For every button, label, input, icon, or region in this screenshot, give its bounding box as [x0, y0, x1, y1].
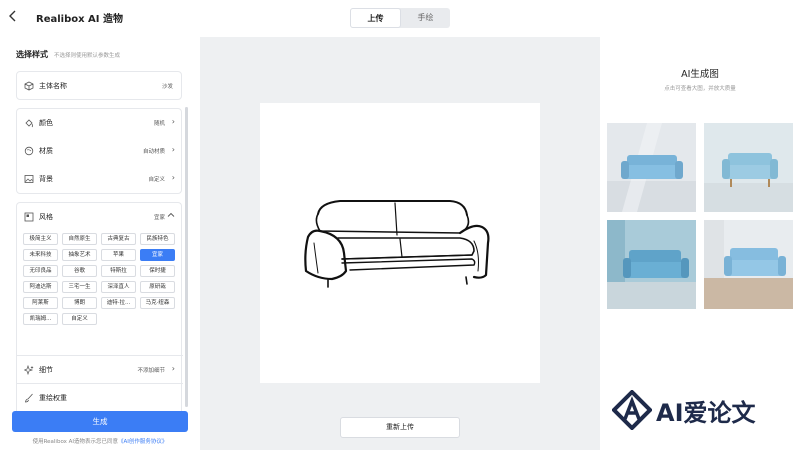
subject-row[interactable]: 主体名称 沙发	[17, 72, 183, 100]
paint-bucket-icon	[24, 118, 34, 128]
style-tag[interactable]: 极简主义	[23, 233, 58, 245]
style-grid-icon	[24, 212, 34, 222]
watermark: AI爱论文	[612, 388, 756, 432]
results-title: AI生成图	[681, 69, 719, 80]
logo-icon	[612, 390, 652, 430]
color-label: 颜色	[39, 119, 53, 127]
material-row[interactable]: 材质 自动材质 ›	[17, 137, 183, 165]
sofa-sketch-image	[304, 200, 490, 288]
style-tag[interactable]: 民族特色	[140, 233, 175, 245]
background-value: 自定义	[148, 177, 165, 183]
results-hint: 点击可查看大图，并放大质量	[664, 86, 736, 92]
style-tag[interactable]: 博朗	[62, 297, 97, 309]
chevron-left-icon[interactable]	[8, 9, 22, 25]
tab-upload[interactable]: 上传	[350, 8, 401, 28]
style-tag[interactable]: 三宅一生	[62, 281, 97, 293]
terms-prefix: 使用Realibox AI造物表示您已同意	[32, 439, 119, 445]
style-label: 风格	[39, 213, 53, 221]
style-tag[interactable]: 阿莱斯	[23, 297, 58, 309]
weight-label: 重绘权重	[39, 394, 67, 402]
style-tag[interactable]: 无印良品	[23, 265, 58, 277]
material-label: 材质	[39, 147, 53, 155]
style-tag[interactable]: 凯瑞姆...	[23, 313, 58, 325]
chevron-right-icon: ›	[171, 145, 175, 154]
brush-icon	[24, 393, 34, 403]
tab-draw[interactable]: 手绘	[401, 8, 450, 28]
subject-value: 沙发	[161, 84, 173, 90]
chevron-right-icon: ›	[171, 117, 175, 126]
color-row[interactable]: 颜色 随机 ›	[17, 109, 183, 137]
style-tag[interactable]: 谷歌	[62, 265, 97, 277]
style-panel: 风格 宜家 极简主义 自然原生 古典复古 民族特色 未来科技 抽象艺术 苹果 宜家 无印良品 谷歌…	[16, 202, 183, 432]
chevron-up-icon	[167, 211, 175, 222]
style-tag[interactable]: 自然原生	[62, 233, 97, 245]
result-image-4[interactable]	[704, 220, 793, 309]
detail-row[interactable]: 细节 不添加细节 ›	[17, 355, 183, 383]
style-tag[interactable]: 抽象艺术	[62, 249, 97, 261]
app-title: Realibox AI 造物	[36, 14, 123, 25]
detail-label: 细节	[39, 366, 53, 374]
upload-area: 重新上传	[200, 37, 600, 450]
style-tag[interactable]: 深泽直人	[101, 281, 136, 293]
image-icon	[24, 174, 34, 184]
scrollbar-thumb[interactable]	[185, 107, 188, 407]
style-tag[interactable]: 自定义	[62, 313, 97, 325]
result-image-1[interactable]	[607, 123, 696, 212]
subject-panel: 主体名称 沙发	[16, 71, 182, 100]
background-label: 背景	[39, 175, 53, 183]
detail-value: 不添加细节	[137, 368, 165, 374]
material-circle-icon	[24, 146, 34, 156]
result-image-2[interactable]	[704, 123, 793, 212]
color-value: 随机	[153, 121, 165, 127]
chevron-right-icon: ›	[171, 364, 175, 373]
chevron-right-icon: ›	[171, 173, 175, 182]
attributes-panel: 颜色 随机 › 材质 自动材质 › 背景 自定义 ›	[16, 108, 182, 194]
watermark-text: AI爱论文	[656, 398, 756, 427]
uploaded-sketch	[260, 103, 540, 383]
style-tag[interactable]: 阿迪达斯	[23, 281, 58, 293]
style-tag[interactable]: 特斯拉	[101, 265, 136, 277]
subject-label: 主体名称	[39, 82, 67, 90]
style-tag[interactable]: 宜家	[140, 249, 175, 261]
cube-icon	[24, 81, 34, 91]
material-value: 自动材质	[142, 149, 165, 155]
style-tag[interactable]: 古典复古	[101, 233, 136, 245]
reupload-button[interactable]: 重新上传	[340, 417, 460, 438]
section-hint: 不选择则使用默认参数生成	[54, 53, 121, 59]
style-tag[interactable]: 苹果	[101, 249, 136, 261]
top-bar: Realibox AI 造物 上传 手绘	[0, 0, 800, 37]
style-tag[interactable]: 迪特·拉...	[101, 297, 136, 309]
style-tag[interactable]: 马克·纽森	[140, 297, 175, 309]
result-image-3[interactable]	[607, 220, 696, 309]
terms-text: 使用Realibox AI造物表示您已同意《AI创作服务协议》	[0, 437, 200, 445]
style-tag[interactable]: 原研哉	[140, 281, 175, 293]
style-sidebar: 选择样式 不选择则使用默认参数生成 主体名称 沙发 颜色 随机 › 材质 自动材…	[0, 37, 200, 450]
weight-row[interactable]: 重绘权重	[17, 383, 183, 411]
style-tag[interactable]: 保时捷	[140, 265, 175, 277]
background-row[interactable]: 背景 自定义 ›	[17, 165, 183, 193]
sparkle-icon	[23, 364, 34, 376]
section-title: 选择样式	[16, 50, 48, 59]
terms-link[interactable]: 《AI创作服务协议》	[118, 439, 167, 445]
style-value: 宜家	[153, 215, 165, 221]
style-tag[interactable]: 未来科技	[23, 249, 58, 261]
generate-button[interactable]: 生成	[12, 411, 188, 432]
style-row[interactable]: 风格 宜家	[17, 203, 183, 231]
mode-tabs: 上传 手绘	[350, 8, 450, 28]
